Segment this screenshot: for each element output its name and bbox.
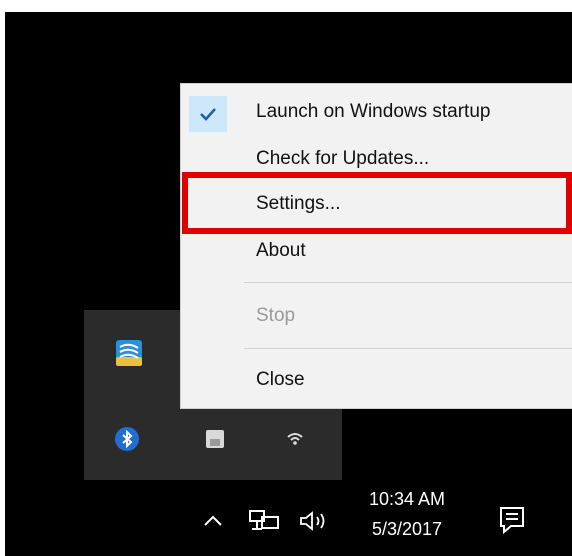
taskbar-clock[interactable]: 10:34 AM 5/3/2017 [346,484,468,552]
menu-item-launch-on-startup[interactable]: Launch on Windows startup [181,90,572,134]
menu-item-label: Settings... [256,193,341,214]
menu-item-close[interactable]: Close [181,358,572,402]
checkmark-icon [189,96,227,132]
menu-item-settings[interactable]: Settings... [181,182,572,226]
menu-item-label: Check for Updates... [256,148,430,169]
bluetooth-icon[interactable] [112,424,142,454]
menu-item-about[interactable]: About [181,229,572,273]
action-center-icon[interactable] [494,502,530,538]
app-tray-icon[interactable] [114,338,144,368]
network-icon[interactable] [244,504,284,538]
menu-item-check-for-updates[interactable]: Check for Updates... [181,137,572,181]
wifi-icon[interactable] [280,424,310,454]
clock-date: 5/3/2017 [371,519,443,539]
menu-separator [244,348,572,349]
volume-icon[interactable] [294,506,334,536]
tray-context-menu: Launch on Windows startup Check for Upda… [180,83,572,409]
menu-item-label: Stop [256,305,296,326]
menu-item-label: Close [256,369,305,390]
menu-item-stop: Stop [181,294,572,338]
menu-separator [244,282,572,283]
menu-item-label: About [256,240,306,261]
menu-item-label: Launch on Windows startup [256,101,491,122]
clock-time: 10:34 AM [368,489,446,509]
usb-drive-icon[interactable] [200,424,230,454]
chevron-up-icon[interactable] [198,506,228,536]
